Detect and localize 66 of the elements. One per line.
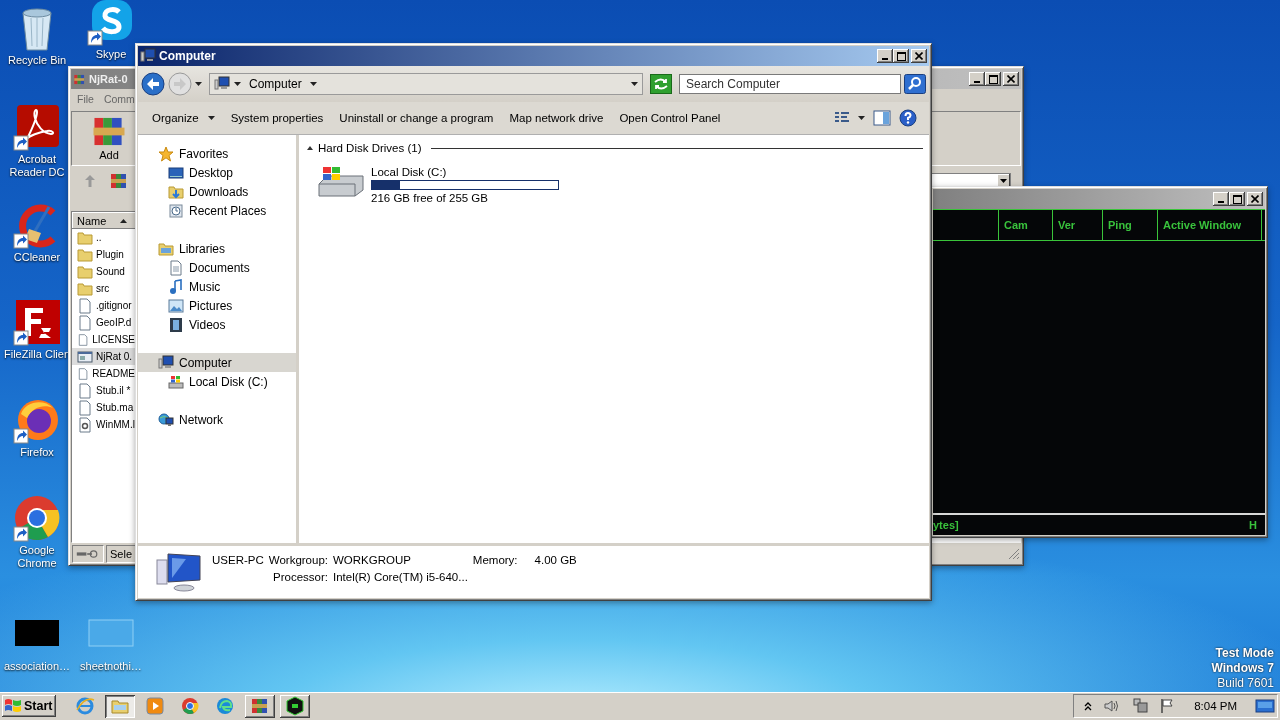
address-bar[interactable]: Computer bbox=[209, 73, 643, 95]
system-notice-text: Build 7601 bbox=[1217, 676, 1274, 691]
free-space-text: 216 GB free of 255 GB bbox=[371, 192, 489, 204]
detail-value: Intel(R) Core(TM) i5-640... bbox=[333, 571, 468, 583]
file-row[interactable]: src bbox=[72, 280, 135, 297]
toolbar-button[interactable]: Add bbox=[92, 116, 126, 161]
column-header[interactable]: Ping bbox=[1103, 210, 1158, 240]
file-row[interactable]: Stub.il * bbox=[72, 382, 135, 399]
sidebar-item[interactable]: Recent Places bbox=[138, 201, 296, 220]
window-title: NjRat-0 bbox=[89, 73, 128, 85]
column-header[interactable]: Cam bbox=[999, 210, 1053, 240]
clock[interactable]: 8:04 PM bbox=[1194, 700, 1237, 712]
detail-label: Memory: bbox=[472, 554, 518, 566]
file-row[interactable]: README bbox=[72, 365, 135, 382]
file-row[interactable]: Plugin bbox=[72, 246, 135, 263]
window-title: Computer bbox=[159, 49, 216, 63]
file-row[interactable]: .gitignor bbox=[72, 297, 135, 314]
file-row[interactable]: WinMM.l bbox=[72, 416, 135, 433]
sidebar-item[interactable]: Favorites bbox=[138, 144, 296, 163]
sidebar-item[interactable]: Computer bbox=[138, 353, 296, 372]
file-row[interactable]: LICENSE bbox=[72, 331, 135, 348]
toolbar-button[interactable]: Organize bbox=[144, 108, 223, 128]
status-text: ytes] bbox=[933, 519, 959, 531]
toolbar-button[interactable]: Map network drive bbox=[501, 108, 612, 128]
sidebar-item[interactable]: Libraries bbox=[138, 239, 296, 258]
breadcrumb[interactable]: Computer bbox=[234, 77, 317, 91]
column-header[interactable]: Name bbox=[72, 212, 137, 229]
file-row[interactable]: Stub.ma bbox=[72, 399, 135, 416]
toolbar-button[interactable]: Open Control Panel bbox=[611, 108, 729, 128]
file-row[interactable]: .. bbox=[72, 229, 135, 246]
sidebar-item[interactable]: Documents bbox=[138, 258, 296, 277]
toolbar-button[interactable]: System properties bbox=[222, 108, 332, 128]
icon-label[interactable]: CCleaner bbox=[13, 251, 61, 264]
menu-item[interactable]: File bbox=[77, 92, 94, 106]
sidebar-item[interactable]: Videos bbox=[138, 315, 296, 334]
search-field[interactable]: Search Computer bbox=[679, 74, 901, 94]
column-header[interactable]: Active Window bbox=[1158, 210, 1262, 240]
icon-label[interactable]: Recycle Bin bbox=[7, 54, 67, 67]
group-header: Hard Disk Drives (1) bbox=[318, 142, 422, 154]
computer-name: USER-PC bbox=[212, 554, 264, 566]
file-row[interactable]: NjRat 0. bbox=[72, 348, 135, 365]
sidebar-item[interactable]: Desktop bbox=[138, 163, 296, 182]
detail-value: 4.00 GB bbox=[533, 554, 577, 566]
icon-label[interactable]: Skype bbox=[95, 48, 127, 61]
sidebar-item[interactable]: Downloads bbox=[138, 182, 296, 201]
sidebar-item[interactable]: Local Disk (C:) bbox=[138, 372, 296, 391]
sidebar-item[interactable]: Network bbox=[138, 410, 296, 429]
status-text: H bbox=[1249, 519, 1257, 531]
start-button[interactable]: Start bbox=[2, 695, 57, 717]
drive-name[interactable]: Local Disk (C:) bbox=[371, 166, 559, 178]
sidebar-item[interactable]: Pictures bbox=[138, 296, 296, 315]
status-text: Sele bbox=[110, 548, 133, 560]
sidebar-item[interactable]: Music bbox=[138, 277, 296, 296]
detail-label: Workgroup: bbox=[268, 554, 328, 566]
column-header[interactable]: Ver bbox=[1053, 210, 1103, 240]
file-row[interactable]: Sound bbox=[72, 263, 135, 280]
icon-label[interactable]: Google Chrome bbox=[2, 544, 72, 570]
detail-value: WORKGROUP bbox=[333, 554, 412, 566]
system-notice-text: Windows 7 bbox=[1211, 661, 1274, 676]
icon-label[interactable]: Acrobat Reader DC bbox=[2, 153, 72, 179]
menu-item[interactable]: Comm bbox=[103, 92, 135, 106]
detail-label: Processor: bbox=[272, 571, 328, 583]
icon-label[interactable]: Firefox bbox=[20, 446, 54, 459]
system-notice-text: Test Mode bbox=[1215, 646, 1274, 661]
file-row[interactable]: GeoIP.d bbox=[72, 314, 135, 331]
toolbar-button[interactable]: Uninstall or change a program bbox=[331, 108, 502, 128]
